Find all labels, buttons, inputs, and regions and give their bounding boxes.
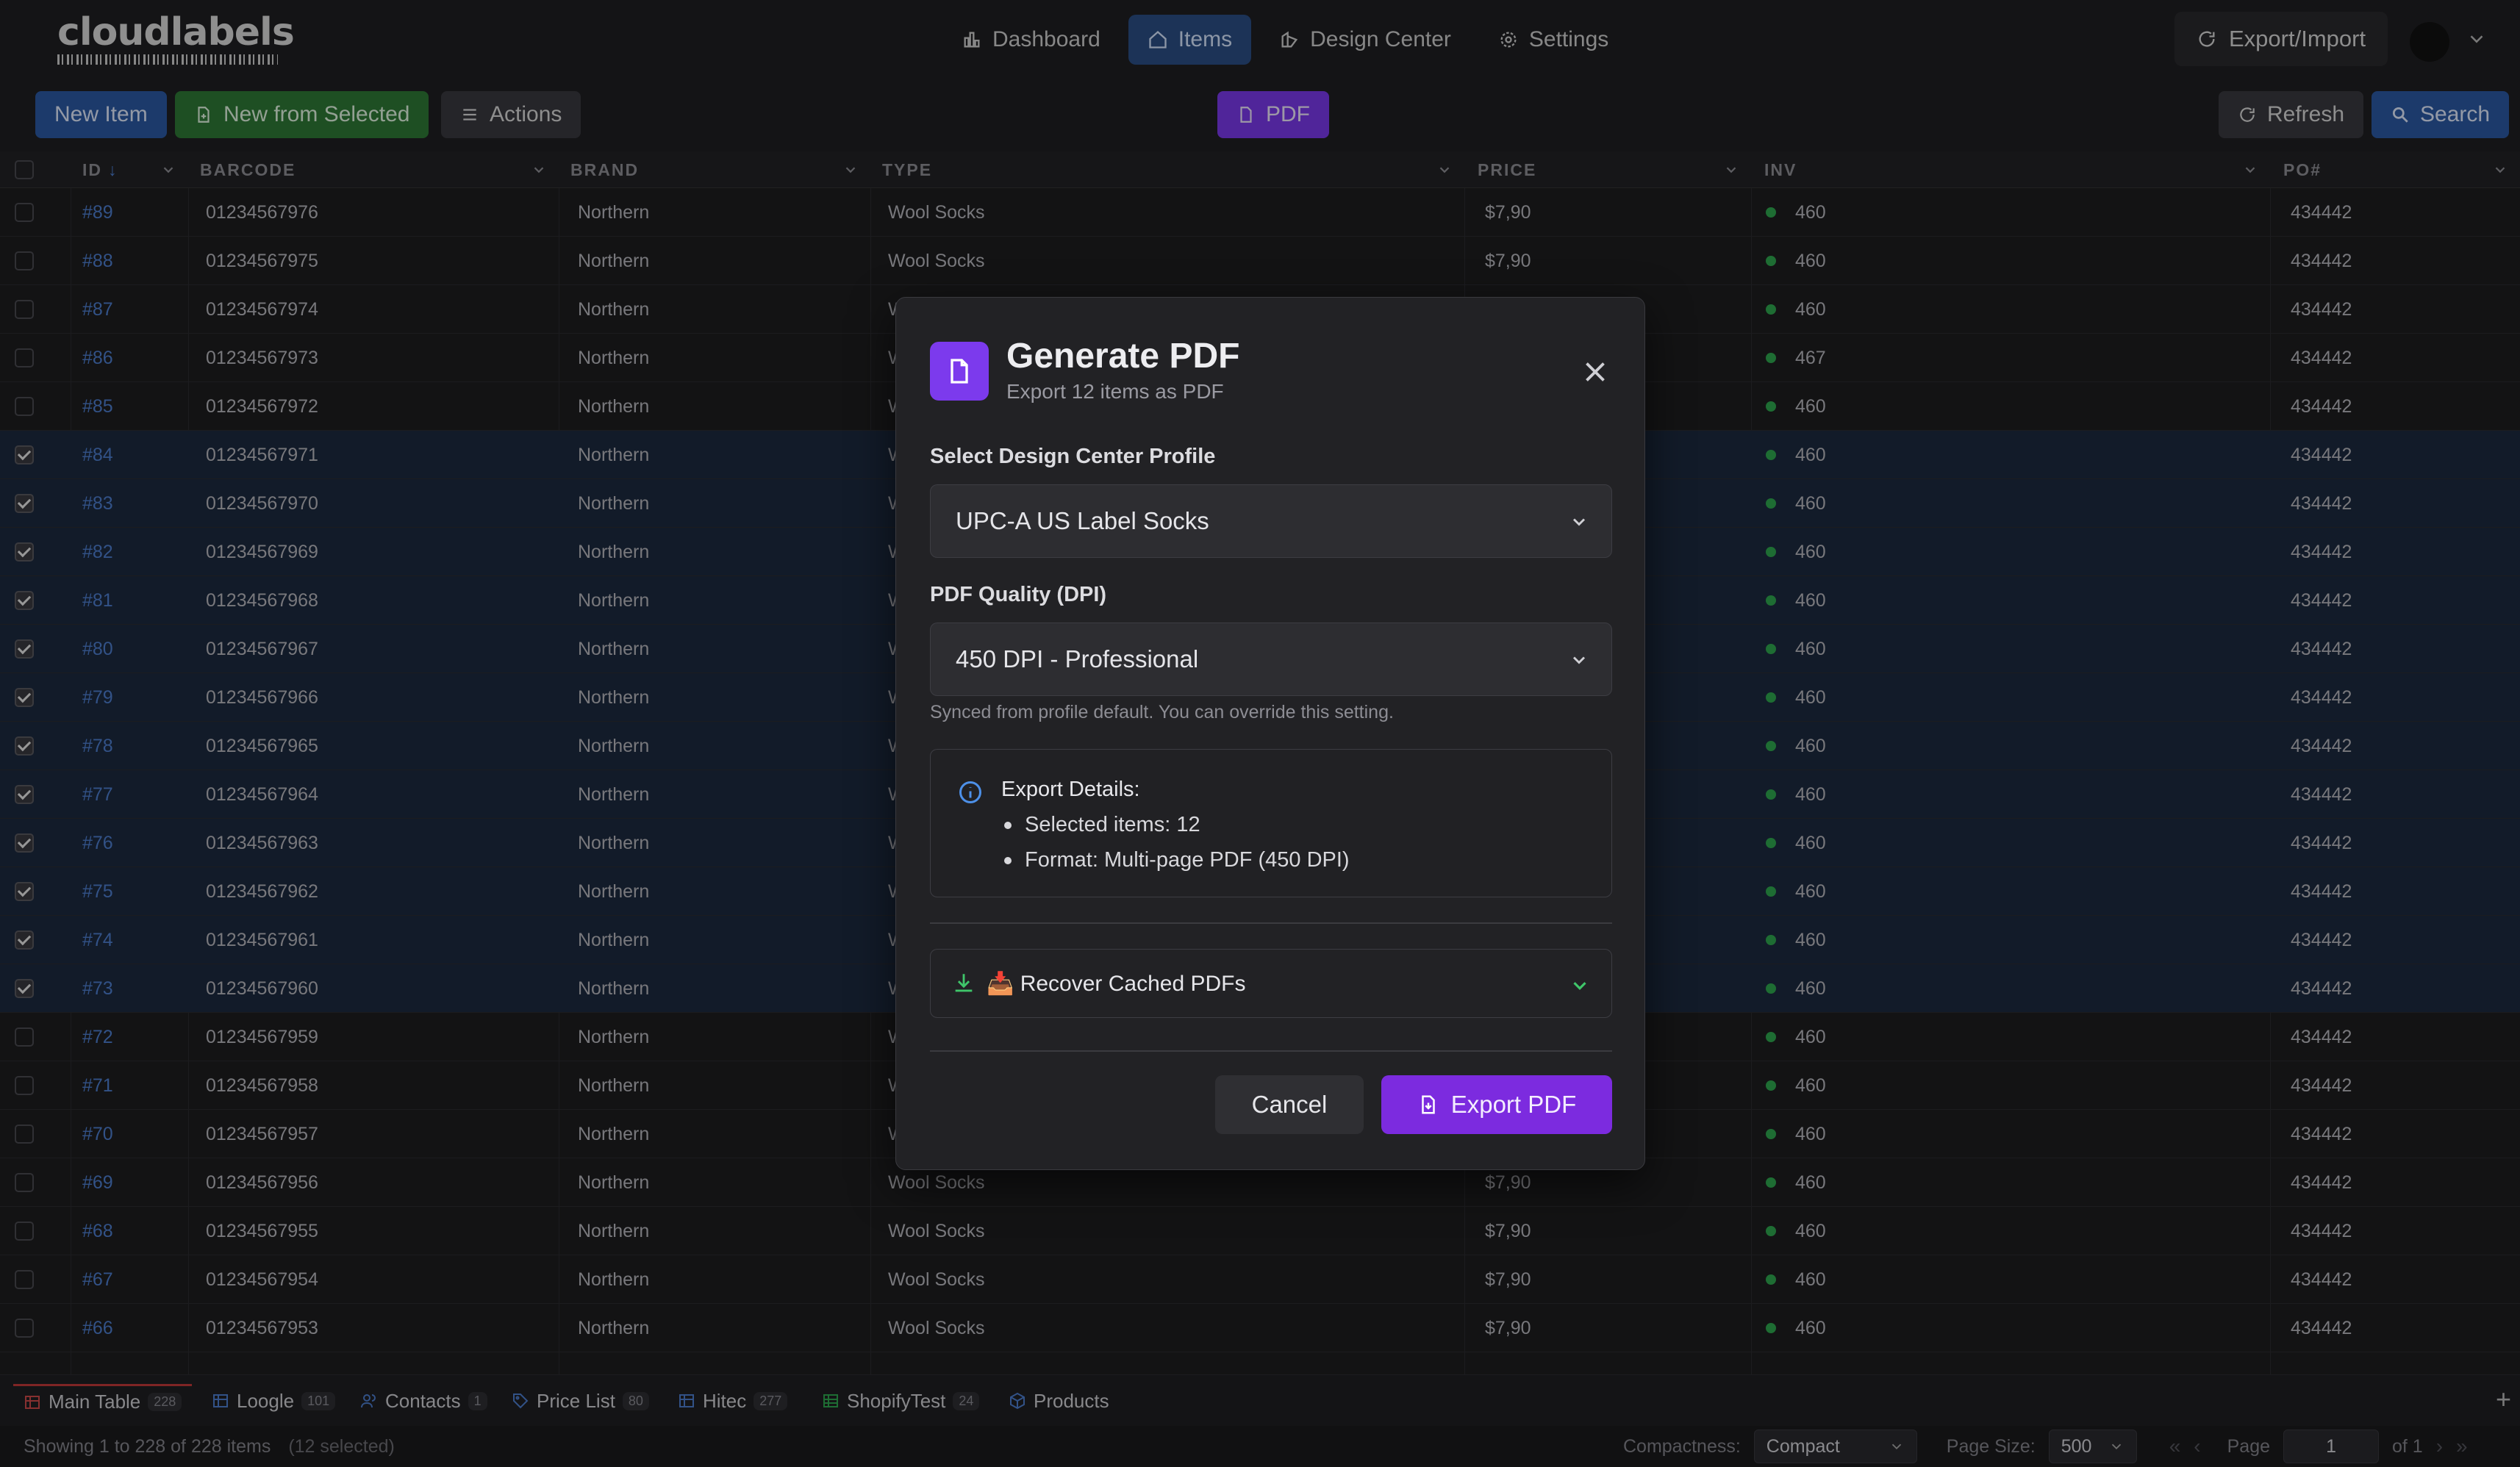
chevron-down-icon [1572, 518, 1586, 526]
recover-cached-pdfs-label: 📥 Recover Cached PDFs [987, 971, 1246, 996]
chevron-down-icon [1573, 982, 1586, 990]
export-detail-item: Format: Multi-page PDF (450 DPI) [1004, 848, 1350, 872]
quality-select[interactable]: 450 DPI - Professional [930, 623, 1612, 696]
file-export-icon [1421, 1095, 1435, 1114]
export-details-title: Export Details: [1001, 778, 1140, 801]
export-detail-item: Selected items: 12 [1004, 813, 1200, 837]
export-pdf-button[interactable]: Export PDF [1381, 1075, 1612, 1134]
dialog-subtitle: Export 12 items as PDF [1006, 380, 1224, 403]
quality-label: PDF Quality (DPI) [930, 583, 1107, 606]
dialog-title: Generate PDF [1006, 337, 1240, 376]
document-icon [930, 342, 989, 401]
profile-select-value: UPC-A US Label Socks [956, 507, 1209, 534]
chevron-down-icon [1572, 656, 1586, 664]
divider [930, 1050, 1612, 1052]
divider [930, 922, 1612, 924]
export-details-panel: Export Details: Selected items: 12 Forma… [930, 749, 1612, 897]
profile-select[interactable]: UPC-A US Label Socks [930, 484, 1612, 558]
close-icon[interactable] [1578, 355, 1612, 389]
cancel-button[interactable]: Cancel [1215, 1075, 1364, 1134]
generate-pdf-dialog: Generate PDF Export 12 items as PDF Sele… [895, 297, 1645, 1170]
quality-hint: Synced from profile default. You can ove… [930, 702, 1394, 722]
cancel-label: Cancel [1251, 1091, 1328, 1118]
profile-label: Select Design Center Profile [930, 445, 1216, 468]
download-icon [955, 974, 973, 992]
recover-cached-pdfs-toggle[interactable]: 📥 Recover Cached PDFs [930, 949, 1612, 1018]
quality-select-value: 450 DPI - Professional [956, 645, 1199, 672]
info-icon [959, 781, 981, 803]
export-pdf-label: Export PDF [1450, 1091, 1577, 1118]
